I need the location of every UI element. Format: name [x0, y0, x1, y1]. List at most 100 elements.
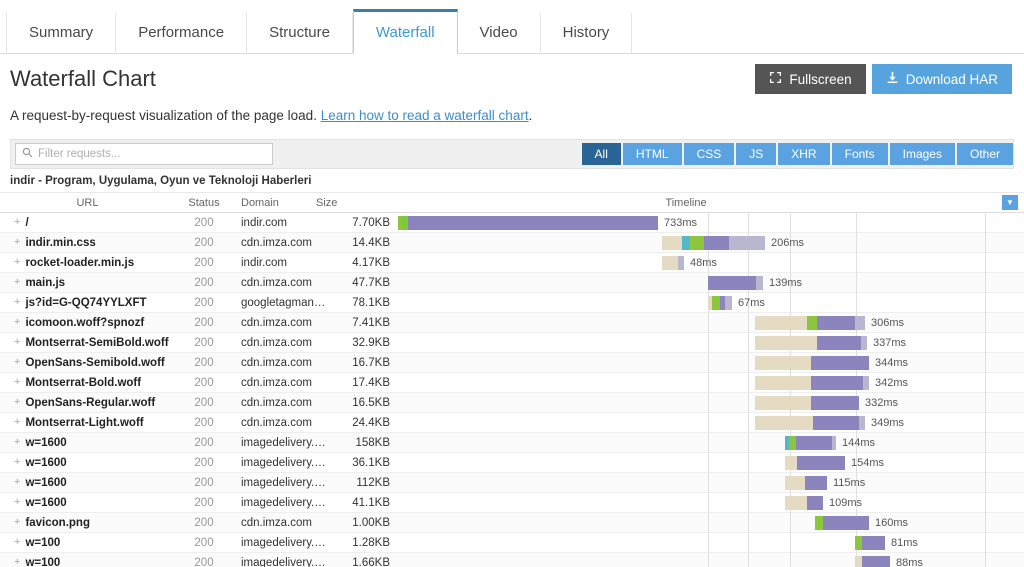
waterfall-bar[interactable]	[785, 495, 823, 510]
table-row[interactable]: + w=100 200 imagedelivery.net 1.66KB 88ms	[0, 552, 1024, 567]
expand-icon[interactable]: +	[14, 257, 20, 268]
table-row[interactable]: + w=100 200 imagedelivery.net 1.28KB 81ms	[0, 532, 1024, 553]
tab-performance[interactable]: Performance	[116, 13, 248, 53]
table-row[interactable]: + OpenSans-Semibold.woff 200 cdn.imza.com 16…	[0, 352, 1024, 373]
bar-segment-blocked	[755, 395, 811, 410]
waterfall-bar[interactable]	[855, 535, 885, 550]
table-row[interactable]: + OpenSans-Regular.woff 200 cdn.imza.com 16.…	[0, 392, 1024, 413]
gridline	[748, 412, 749, 433]
expand-icon[interactable]: +	[14, 237, 20, 248]
filter-pill-xhr[interactable]: XHR	[778, 143, 830, 165]
tab-history[interactable]: History	[541, 13, 633, 53]
waterfall-bar[interactable]	[815, 515, 869, 530]
gridline	[985, 232, 986, 253]
request-table: +/200 indir.com 7.70KB 733ms + indir.min.css 2…	[0, 212, 1024, 567]
waterfall-bar[interactable]	[708, 295, 732, 310]
waterfall-help-link[interactable]: Learn how to read a waterfall chart	[321, 108, 529, 123]
timeline-gridlines	[390, 332, 1024, 353]
expand-icon[interactable]: +	[14, 417, 20, 428]
filter-pill-fonts[interactable]: Fonts	[831, 143, 888, 165]
column-header-url[interactable]: URL	[0, 197, 175, 209]
waterfall-bar[interactable]	[785, 455, 845, 470]
expand-icon[interactable]: +	[14, 497, 20, 508]
bar-segment-download	[725, 295, 732, 310]
chevron-down-icon[interactable]: ▼	[1002, 195, 1018, 210]
waterfall-bar[interactable]	[855, 555, 890, 567]
bar-segment-connect	[690, 235, 704, 250]
tab-summary[interactable]: Summary	[6, 13, 117, 53]
column-header-domain[interactable]: Domain	[233, 197, 308, 209]
waterfall-bar[interactable]	[755, 335, 867, 350]
gridline	[748, 512, 749, 533]
row-size: 24.4KB	[352, 416, 390, 429]
table-row[interactable]: + Montserrat-SemiBold.woff 200 cdn.imza.com…	[0, 332, 1024, 353]
waterfall-bar[interactable]	[755, 395, 859, 410]
table-row[interactable]: + w=1600 200 imagedelivery.net 158KB 144ms	[0, 432, 1024, 453]
expand-icon[interactable]: +	[14, 217, 20, 228]
table-row[interactable]: + w=1600 200 imagedelivery.net 41.1KB 109ms	[0, 492, 1024, 513]
expand-icon[interactable]: +	[14, 537, 20, 548]
table-row[interactable]: + icomoon.woff?spnozf 200 cdn.imza.com 7.41K…	[0, 312, 1024, 333]
tab-video[interactable]: Video	[458, 13, 541, 53]
row-url-label: favicon.png	[25, 516, 90, 529]
row-status: 200	[194, 236, 214, 249]
expand-icon[interactable]: +	[14, 297, 20, 308]
filter-pill-images[interactable]: Images	[889, 143, 955, 165]
table-row[interactable]: + main.js 200 cdn.imza.com 47.7KB 139ms	[0, 272, 1024, 293]
filter-pill-other[interactable]: Other	[956, 143, 1013, 165]
row-domain: cdn.imza.com	[241, 236, 312, 249]
download-har-button[interactable]: Download HAR	[871, 64, 1012, 94]
waterfall-bar[interactable]	[755, 315, 865, 330]
table-row[interactable]: + rocket-loader.min.js 200 indir.com 4.17KB 4…	[0, 252, 1024, 273]
gridline	[748, 472, 749, 493]
search-input[interactable]	[15, 143, 273, 165]
expand-icon[interactable]: +	[14, 437, 20, 448]
waterfall-bar[interactable]	[662, 235, 765, 250]
table-row[interactable]: +/200 indir.com 7.70KB 733ms	[0, 212, 1024, 233]
filter-pill-js[interactable]: JS	[736, 143, 777, 165]
filter-pill-html[interactable]: HTML	[622, 143, 682, 165]
table-row[interactable]: + w=1600 200 imagedelivery.net 112KB 115ms	[0, 472, 1024, 493]
waterfall-bar[interactable]	[755, 415, 865, 430]
table-row[interactable]: + w=1600 200 imagedelivery.net 36.1KB 154ms	[0, 452, 1024, 473]
gridline	[708, 312, 709, 333]
expand-icon[interactable]: +	[14, 337, 20, 348]
expand-icon[interactable]: +	[14, 477, 20, 488]
filter-pill-all[interactable]: All	[581, 143, 621, 165]
gridline	[856, 272, 857, 293]
waterfall-bar[interactable]	[785, 475, 827, 490]
waterfall-bar[interactable]	[662, 255, 684, 270]
bar-duration-label: 306ms	[871, 316, 905, 329]
gridline	[985, 432, 986, 453]
row-domain: cdn.imza.com	[241, 416, 312, 429]
column-header-size[interactable]: Size	[308, 197, 368, 209]
bar-segment-connect	[712, 295, 720, 310]
filter-pill-css[interactable]: CSS	[683, 143, 735, 165]
tab-waterfall[interactable]: Waterfall	[352, 9, 458, 54]
row-url-label: w=1600	[25, 456, 67, 469]
row-size: 16.5KB	[352, 396, 390, 409]
expand-icon[interactable]: +	[14, 517, 20, 528]
waterfall-bar[interactable]	[708, 275, 763, 290]
expand-icon[interactable]: +	[14, 397, 20, 408]
expand-icon[interactable]: +	[14, 357, 20, 368]
expand-icon[interactable]: +	[14, 377, 20, 388]
table-row[interactable]: + indir.min.css 200 cdn.imza.com 14.4KB 206ms	[0, 232, 1024, 253]
table-row[interactable]: + js?id=G-QQ74YYLXFT 200 googletagmanager.c…	[0, 292, 1024, 313]
expand-icon[interactable]: +	[14, 277, 20, 288]
column-header-status[interactable]: Status	[175, 197, 233, 209]
waterfall-bar[interactable]	[785, 435, 836, 450]
expand-icon[interactable]: +	[14, 317, 20, 328]
search-icon	[22, 147, 33, 161]
table-row[interactable]: + Montserrat-Light.woff 200 cdn.imza.com 24.…	[0, 412, 1024, 433]
table-row[interactable]: + Montserrat-Bold.woff 200 cdn.imza.com 17.4…	[0, 372, 1024, 393]
fullscreen-button[interactable]: Fullscreen	[755, 64, 866, 94]
expand-icon[interactable]: +	[14, 557, 20, 567]
column-header-timeline[interactable]: Timeline	[368, 197, 1024, 209]
expand-icon[interactable]: +	[14, 457, 20, 468]
waterfall-bar[interactable]	[398, 215, 658, 230]
waterfall-bar[interactable]	[755, 375, 869, 390]
tab-structure[interactable]: Structure	[247, 13, 353, 53]
table-row[interactable]: + favicon.png 200 cdn.imza.com 1.00KB 160ms	[0, 512, 1024, 533]
waterfall-bar[interactable]	[755, 355, 869, 370]
